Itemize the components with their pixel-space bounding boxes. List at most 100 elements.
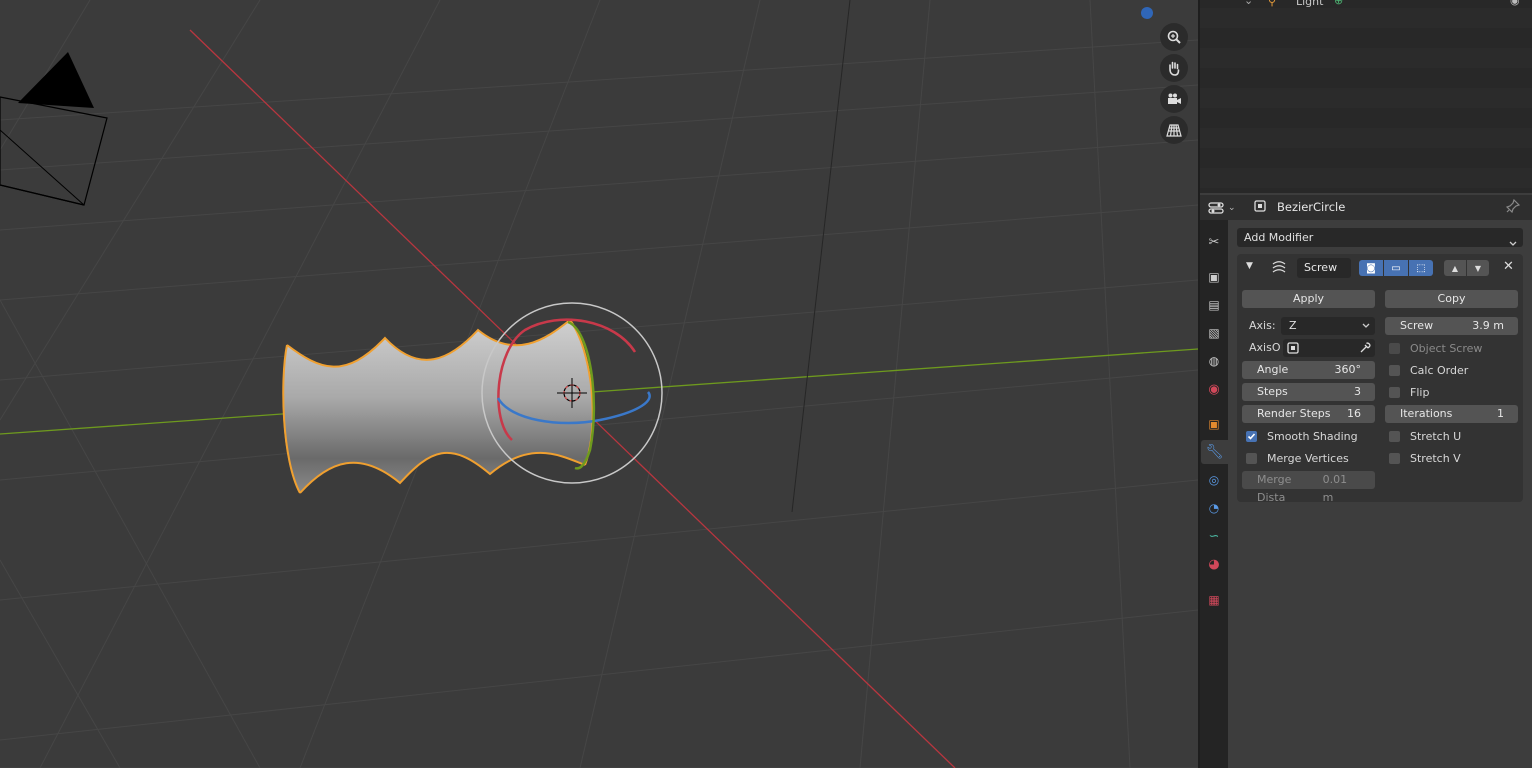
tab-view-layer[interactable]: ▧ bbox=[1202, 321, 1226, 345]
eyedropper-icon[interactable] bbox=[1359, 342, 1371, 354]
outliner-empty-row bbox=[1200, 8, 1532, 28]
axis-select[interactable]: Z bbox=[1281, 317, 1375, 335]
steps-field[interactable]: Steps 3 bbox=[1242, 383, 1375, 401]
navigation-axis-z-dot[interactable] bbox=[1141, 7, 1153, 19]
tab-texture[interactable]: ▦ bbox=[1202, 588, 1226, 612]
3d-viewport[interactable] bbox=[0, 0, 1198, 768]
tab-constraints[interactable]: ∽ bbox=[1202, 524, 1226, 548]
monitor-icon: ▭ bbox=[1391, 262, 1401, 274]
apply-button[interactable]: Apply bbox=[1242, 290, 1375, 308]
checkbox-box bbox=[1389, 364, 1400, 376]
light-line bbox=[791, 0, 851, 513]
add-modifier-dropdown[interactable]: Add Modifier bbox=[1237, 228, 1523, 247]
calc-order-checkbox[interactable]: Calc Order bbox=[1389, 361, 1468, 379]
checkbox-box bbox=[1246, 452, 1257, 464]
move-up-button[interactable]: ▲ bbox=[1444, 260, 1466, 276]
properties-header: ⌄ BezierCircle bbox=[1200, 195, 1532, 220]
render-steps-field[interactable]: Render Steps 16 bbox=[1242, 405, 1375, 423]
tab-scene[interactable]: ◍ bbox=[1202, 349, 1226, 373]
object-data-icon bbox=[1254, 200, 1266, 212]
axis-object-label: AxisO bbox=[1249, 341, 1281, 354]
outliner-empty-row bbox=[1200, 68, 1532, 88]
tab-world[interactable]: ◉ bbox=[1202, 377, 1226, 401]
merge-vertices-checkbox[interactable]: Merge Vertices bbox=[1246, 449, 1349, 467]
smooth-shading-checkbox[interactable]: Smooth Shading bbox=[1246, 427, 1358, 445]
screw-field[interactable]: Screw 3.9 m bbox=[1385, 317, 1518, 335]
outliner-empty-row bbox=[1200, 28, 1532, 48]
add-modifier-label: Add Modifier bbox=[1244, 231, 1314, 244]
object-data-icon bbox=[1287, 342, 1299, 354]
show-in-editmode-toggle[interactable]: ◙ bbox=[1359, 260, 1383, 276]
arrow-down-icon: ▼ bbox=[1474, 263, 1482, 273]
iterations-label: Iterations bbox=[1400, 407, 1453, 420]
light-object-icon: ⚲ bbox=[1268, 0, 1277, 8]
edit-mode-icon: ⬚ bbox=[1416, 262, 1426, 274]
steps-field-label: Steps bbox=[1257, 385, 1288, 398]
copy-button[interactable]: Copy bbox=[1385, 290, 1518, 308]
visibility-icon[interactable]: ◉ bbox=[1510, 0, 1520, 7]
show-on-cage-toggle[interactable]: ⬚ bbox=[1409, 260, 1433, 276]
hand-pan-icon[interactable] bbox=[1160, 54, 1188, 82]
camera-render-icon: ◙ bbox=[1366, 262, 1376, 274]
bezier-circle-screw-mesh[interactable] bbox=[282, 319, 594, 494]
particles-icon: ◎ bbox=[1208, 473, 1220, 487]
outliner-empty-row bbox=[1200, 148, 1532, 168]
stretch-u-checkbox[interactable]: Stretch U bbox=[1389, 427, 1461, 445]
camera-view-icon[interactable] bbox=[1160, 85, 1188, 113]
viewport-scene bbox=[0, 0, 1198, 768]
modifier-name-field[interactable]: Screw bbox=[1297, 258, 1351, 278]
flip-checkbox[interactable]: Flip bbox=[1389, 383, 1429, 401]
angle-field[interactable]: Angle 360° bbox=[1242, 361, 1375, 379]
flip-label: Flip bbox=[1410, 385, 1430, 399]
outliner-empty-row bbox=[1200, 108, 1532, 128]
pin-icon[interactable] bbox=[1506, 199, 1520, 213]
merge-distance-field[interactable]: Merge Dista 0.01 m bbox=[1242, 471, 1375, 504]
outliner-empty-row bbox=[1200, 88, 1532, 108]
axis-object-field[interactable] bbox=[1283, 339, 1375, 357]
tab-output[interactable]: ▤ bbox=[1202, 293, 1226, 317]
light-data-icon[interactable]: ⊕ bbox=[1334, 0, 1343, 7]
outliner-item-label: Light bbox=[1296, 0, 1324, 8]
outliner-empty-row bbox=[1200, 48, 1532, 68]
camera-object[interactable] bbox=[0, 52, 108, 206]
scene-icon: ◍ bbox=[1208, 354, 1220, 368]
outliner[interactable]: ⌄ ⚲ Light ⊕ ◉ bbox=[1200, 0, 1532, 193]
tab-tool[interactable]: ✂ bbox=[1202, 230, 1226, 254]
editor-type-menu[interactable]: ⌄ bbox=[1208, 199, 1238, 216]
arrow-up-icon: ▲ bbox=[1451, 263, 1459, 273]
chevron-down-icon: ⌄ bbox=[1228, 202, 1236, 213]
tab-physics[interactable]: ◔ bbox=[1202, 496, 1226, 520]
world-icon: ◉ bbox=[1208, 381, 1220, 397]
output-icon: ▤ bbox=[1208, 298, 1220, 312]
tab-particles[interactable]: ◎ bbox=[1202, 468, 1226, 492]
tab-modifier[interactable]: 🔧︎ bbox=[1201, 440, 1228, 464]
close-icon[interactable]: ✕ bbox=[1503, 259, 1514, 274]
object-screw-checkbox[interactable]: Object Screw bbox=[1389, 339, 1482, 357]
screw-modifier-icon bbox=[1272, 261, 1286, 273]
merge-distance-value: 0.01 m bbox=[1322, 473, 1348, 504]
grid-perspective-icon[interactable] bbox=[1160, 116, 1188, 144]
move-down-button[interactable]: ▼ bbox=[1467, 260, 1489, 276]
render-steps-label: Render Steps bbox=[1257, 407, 1331, 420]
checkbox-box bbox=[1389, 386, 1400, 398]
object-name: BezierCircle bbox=[1277, 200, 1346, 214]
object-screw-label: Object Screw bbox=[1410, 341, 1483, 355]
checkbox-box bbox=[1389, 430, 1400, 442]
angle-field-label: Angle bbox=[1257, 363, 1289, 376]
stretch-u-label: Stretch U bbox=[1410, 429, 1462, 443]
properties-panel: Add Modifier ▼ Screw ◙ ▭ ⬚ ▲ ▼ ✕ Apply C… bbox=[1228, 220, 1532, 768]
stretch-v-checkbox[interactable]: Stretch V bbox=[1389, 449, 1461, 467]
axis-label: Axis: bbox=[1249, 319, 1276, 332]
calc-order-label: Calc Order bbox=[1410, 363, 1469, 377]
iterations-field[interactable]: Iterations 1 bbox=[1385, 405, 1518, 423]
collapse-arrow-icon[interactable]: ▼ bbox=[1246, 261, 1253, 271]
tab-render[interactable]: ▣ bbox=[1202, 265, 1226, 289]
tab-data-curve[interactable]: ◕ bbox=[1202, 552, 1226, 576]
floor-grid bbox=[0, 0, 1198, 768]
zoom-icon[interactable] bbox=[1160, 23, 1188, 51]
expand-arrow-icon[interactable]: ⌄ bbox=[1244, 0, 1253, 7]
axis-value: Z bbox=[1289, 319, 1297, 332]
modifier-header: ▼ Screw ◙ ▭ ⬚ ▲ ▼ ✕ bbox=[1237, 254, 1523, 282]
show-viewport-toggle[interactable]: ▭ bbox=[1384, 260, 1408, 276]
tab-object[interactable]: ▣ bbox=[1202, 412, 1226, 436]
